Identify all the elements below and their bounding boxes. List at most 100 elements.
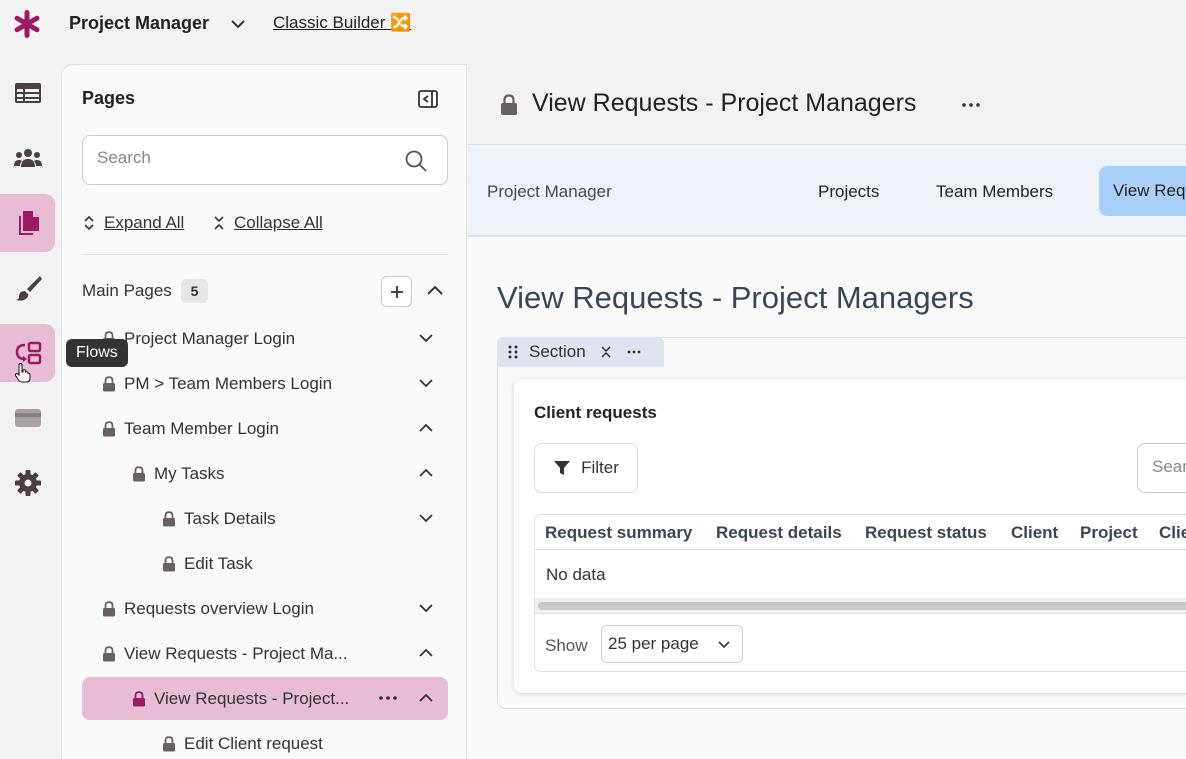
page-tree-item[interactable]: My Tasks <box>82 452 448 495</box>
page-tree-item[interactable]: View Requests - Project Ma... <box>82 632 448 675</box>
column-header[interactable]: Client <box>1011 523 1058 543</box>
collapse-icon[interactable] <box>600 345 612 359</box>
page-tree-item-label: Requests overview Login <box>124 598 314 618</box>
gear-icon <box>14 470 41 496</box>
drag-handle-icon[interactable] <box>507 344 519 360</box>
rail-payments-button[interactable] <box>0 389 55 447</box>
records-icon <box>14 83 41 103</box>
column-header[interactable]: Project <box>1080 523 1138 543</box>
card-title: Client requests <box>534 403 657 422</box>
more-options-icon[interactable] <box>376 687 400 709</box>
chevron-up-icon[interactable] <box>424 280 446 302</box>
lock-icon <box>163 555 175 571</box>
brush-icon <box>15 276 42 301</box>
column-header[interactable]: Request details <box>716 523 842 543</box>
add-page-button[interactable] <box>381 276 412 307</box>
app-logo-icon[interactable] <box>12 9 42 39</box>
column-header[interactable]: Request status <box>865 523 987 543</box>
chevron-up-icon[interactable] <box>416 688 436 708</box>
rail-design-button[interactable] <box>0 259 55 317</box>
chevron-down-icon <box>718 641 730 649</box>
collapse-all-label: Collapse All <box>234 213 323 232</box>
page-tree-item[interactable]: PM > Team Members Login <box>82 362 448 405</box>
rail-records-button[interactable] <box>0 64 55 122</box>
chevron-down-icon[interactable] <box>416 508 436 528</box>
page-tree-item[interactable]: Project Manager Login <box>82 317 448 360</box>
page-tree-item-label: PM > Team Members Login <box>124 373 333 393</box>
pages-panel: Pages Expand All Collapse All Main Pages… <box>61 64 467 759</box>
rail-users-button[interactable] <box>0 129 55 187</box>
app-title[interactable]: Project Manager <box>69 13 209 34</box>
rail-settings-button[interactable] <box>0 454 55 512</box>
collapse-all-button[interactable]: Collapse All <box>212 213 323 233</box>
main-pages-group-label[interactable]: Main Pages <box>82 281 172 301</box>
page-editor-title: View Requests - Project Managers <box>532 89 917 117</box>
lock-icon <box>163 735 175 751</box>
expand-icon <box>84 215 94 231</box>
pages-search-input[interactable] <box>97 148 397 168</box>
plus-icon <box>390 285 403 298</box>
page-tree-item[interactable]: Task Details <box>82 497 448 540</box>
divider <box>82 254 448 255</box>
page-tree-item-label: Task Details <box>184 508 276 528</box>
per-page-value: 25 per page <box>608 634 699 653</box>
chevron-down-icon[interactable] <box>416 328 436 348</box>
lock-icon <box>133 690 145 706</box>
more-options-icon[interactable] <box>960 95 982 115</box>
more-options-icon[interactable] <box>626 344 642 360</box>
client-requests-card: Client requests Filter Request summary R… <box>514 379 1186 693</box>
flows-tooltip: Flows <box>66 339 128 367</box>
users-icon <box>13 149 42 167</box>
section-toolbar[interactable]: Section <box>497 337 664 367</box>
page-tree-item[interactable]: Edit Client request <box>82 722 448 759</box>
classic-builder-link[interactable]: Classic Builder 🔀 <box>273 13 411 33</box>
column-header[interactable]: Client <box>1159 523 1186 543</box>
nav-link-projects[interactable]: Projects <box>818 182 879 202</box>
filter-button[interactable]: Filter <box>534 443 638 493</box>
page-tree-item[interactable]: Team Member Login <box>82 407 448 450</box>
rail-pages-button[interactable] <box>0 194 55 252</box>
chevron-down-icon[interactable] <box>416 598 436 618</box>
page-tree-item[interactable]: View Requests - Project... <box>82 677 448 720</box>
expand-all-button[interactable]: Expand All <box>82 213 184 233</box>
chevron-down-icon[interactable] <box>228 14 248 34</box>
lock-icon <box>103 645 115 661</box>
filter-icon <box>554 461 571 475</box>
section-label: Section <box>529 342 586 361</box>
column-header[interactable]: Request summary <box>545 523 692 543</box>
page-tree-item[interactable]: Requests overview Login <box>82 587 448 630</box>
search-icon[interactable] <box>403 148 429 174</box>
preview-nav-bar: Project Manager Projects Team Members Vi… <box>467 145 1186 237</box>
top-bar: Project Manager Classic Builder 🔀 <box>0 0 1186 48</box>
lock-icon <box>163 510 175 526</box>
chevron-down-icon[interactable] <box>416 373 436 393</box>
chevron-up-icon[interactable] <box>416 418 436 438</box>
credit-card-icon <box>14 409 41 427</box>
expand-all-label: Expand All <box>104 213 185 232</box>
lock-icon <box>103 420 115 436</box>
table-search-field[interactable] <box>1137 443 1186 493</box>
collapse-panel-icon[interactable] <box>417 88 439 110</box>
page-preview: Project Manager Projects Team Members Vi… <box>467 144 1186 759</box>
preview-brand[interactable]: Project Manager <box>487 182 612 202</box>
collapse-icon <box>214 216 224 230</box>
page-count-badge: 5 <box>181 279 208 303</box>
chevron-up-icon[interactable] <box>416 463 436 483</box>
chevron-up-icon[interactable] <box>416 643 436 663</box>
pages-panel-title: Pages <box>82 88 136 108</box>
empty-table-message: No data <box>546 565 606 584</box>
horizontal-scrollbar[interactable] <box>538 602 1186 610</box>
page-tree-item[interactable]: Edit Task <box>82 542 448 585</box>
nav-link-team-members[interactable]: Team Members <box>936 182 1053 202</box>
show-label: Show <box>545 636 588 655</box>
page-tree-item-label: My Tasks <box>154 463 225 483</box>
pages-search-field[interactable] <box>82 135 448 185</box>
requests-table: Request summary Request details Request … <box>534 514 1186 672</box>
page-tree-item-label: View Requests - Project Ma... <box>124 643 348 663</box>
preview-page-heading: View Requests - Project Managers <box>497 280 974 315</box>
table-search-input[interactable] <box>1152 457 1186 477</box>
nav-link-view-requests[interactable]: View Requests <box>1099 166 1186 216</box>
per-page-select[interactable]: 25 per page <box>601 625 743 663</box>
page-tree-item-label: View Requests - Project... <box>154 688 350 708</box>
pages-icon <box>18 211 39 235</box>
